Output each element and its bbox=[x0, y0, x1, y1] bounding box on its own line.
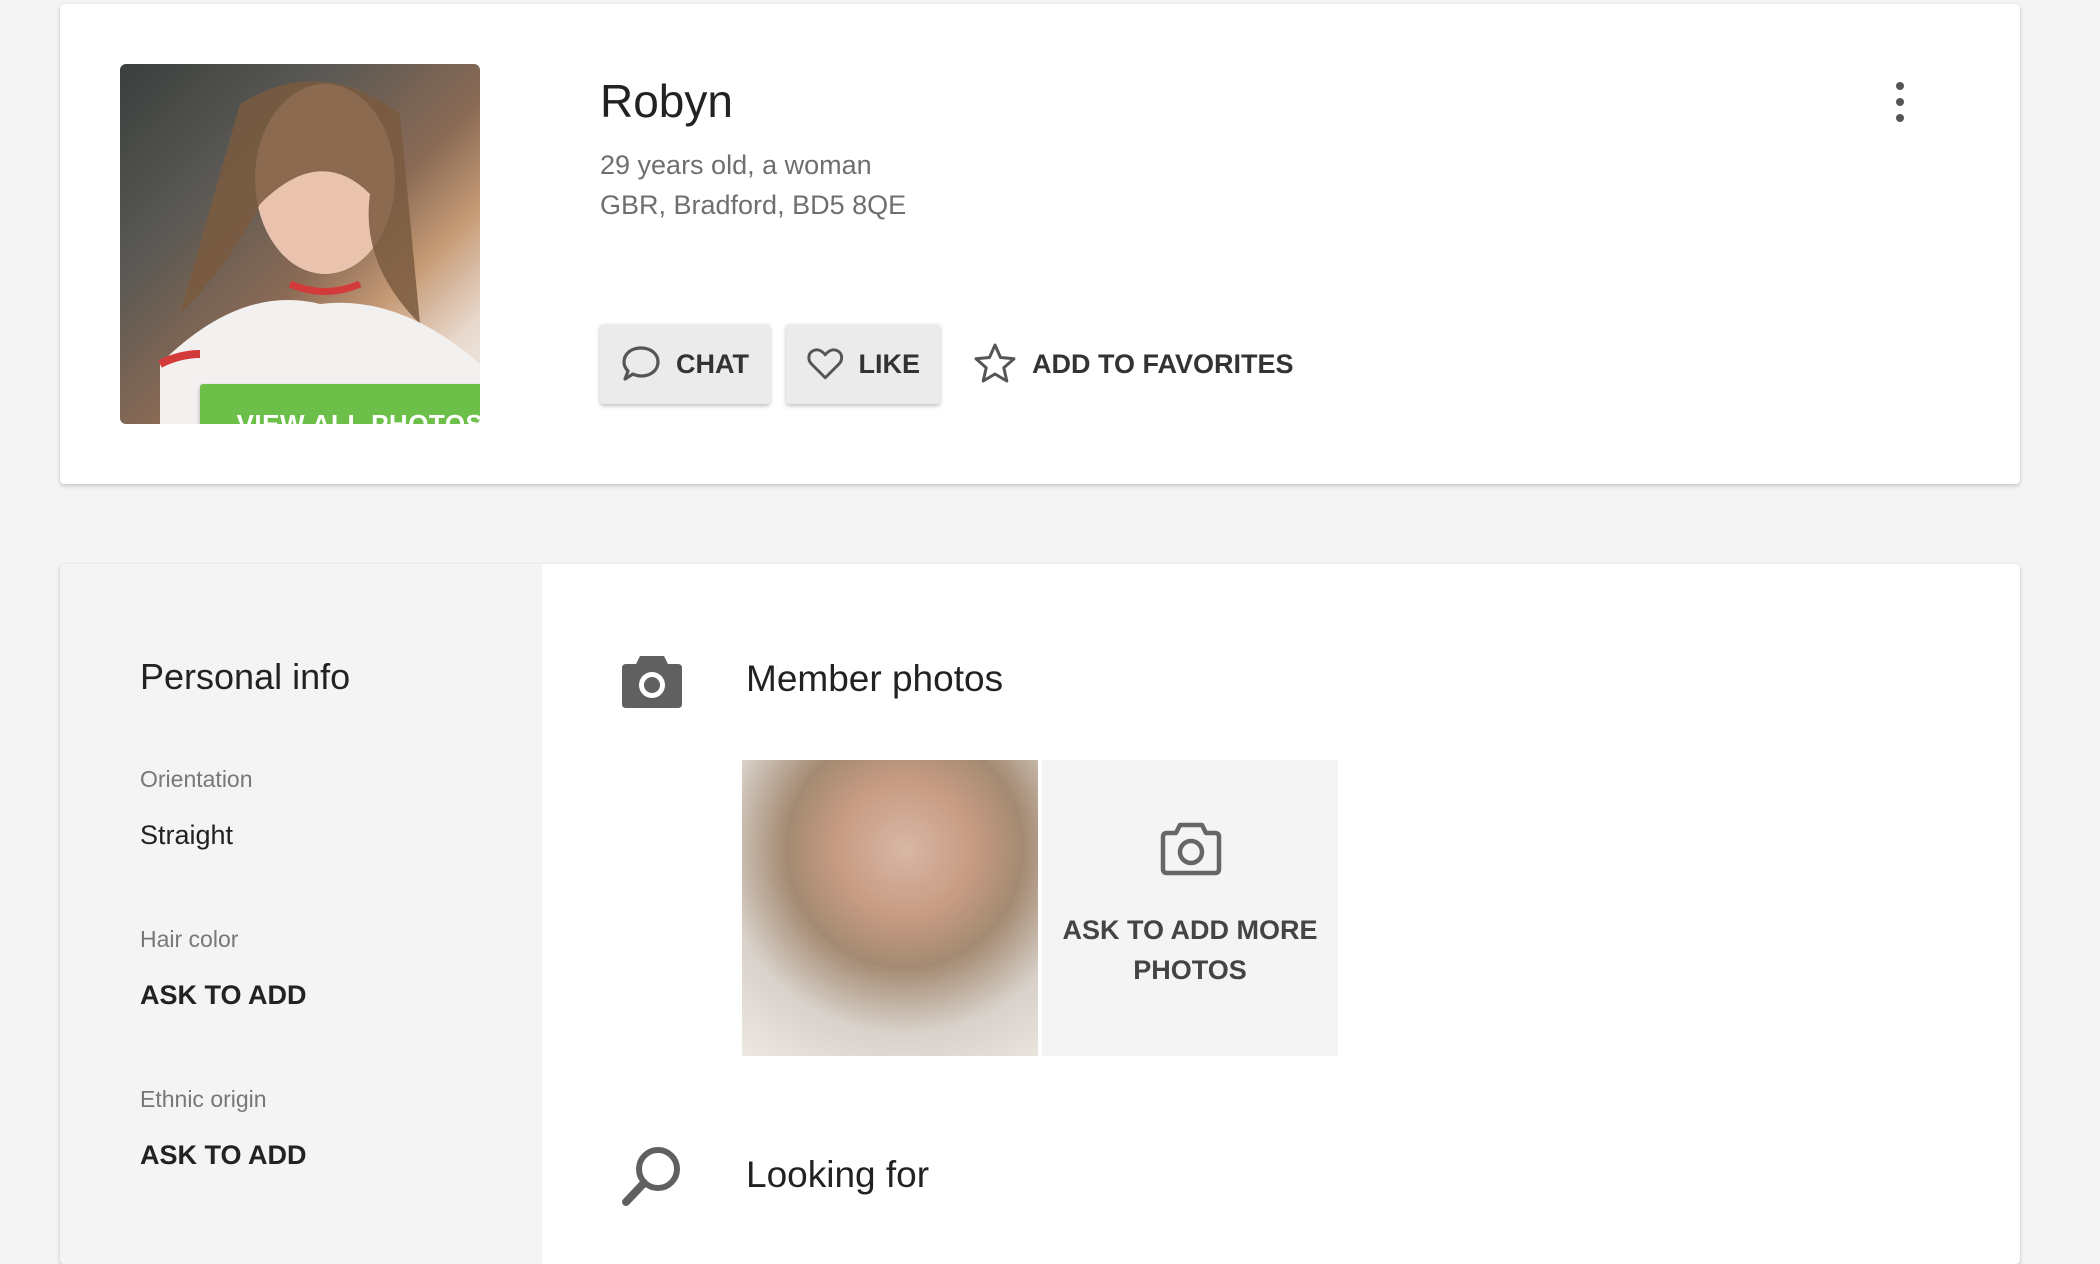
ethnic-origin-ask-link[interactable]: ASK TO ADD bbox=[140, 1140, 307, 1171]
ask-more-photos-label: ASK TO ADD MORE PHOTOS bbox=[1062, 915, 1318, 985]
member-photos-title: Member photos bbox=[746, 658, 1004, 699]
personal-info-panel: Personal info Orientation Straight Hair … bbox=[60, 564, 542, 1264]
member-photo-thumbnail[interactable] bbox=[742, 760, 1038, 1056]
chat-label: CHAT bbox=[676, 348, 749, 379]
personal-info-title: Personal info bbox=[140, 656, 351, 697]
profile-photo[interactable]: VIEW ALL PHOTOS bbox=[120, 64, 480, 424]
ask-more-photos-button[interactable]: ASK TO ADD MORE PHOTOS bbox=[1042, 760, 1338, 1056]
camera-icon bbox=[622, 656, 682, 708]
profile-location: GBR, Bradford, BD5 8QE bbox=[600, 190, 907, 220]
orientation-value: Straight bbox=[140, 820, 234, 850]
profile-age-gender: 29 years old, a woman bbox=[600, 150, 872, 180]
profile-card: VIEW ALL PHOTOS Robyn 29 years old, a wo… bbox=[60, 4, 2020, 484]
star-icon bbox=[974, 343, 1016, 383]
more-options-icon[interactable] bbox=[1890, 82, 1910, 128]
hair-color-label: Hair color bbox=[140, 926, 239, 952]
add-to-favorites-button[interactable]: ADD TO FAVORITES bbox=[972, 324, 1294, 404]
favorites-label: ADD TO FAVORITES bbox=[1032, 348, 1294, 379]
camera-outline-icon bbox=[1160, 822, 1222, 876]
ethnic-origin-label: Ethnic origin bbox=[140, 1086, 267, 1112]
details-card: Personal info Orientation Straight Hair … bbox=[60, 564, 2020, 1264]
profile-photo-image bbox=[158, 81, 480, 424]
heart-icon bbox=[807, 348, 844, 380]
hair-color-ask-link[interactable]: ASK TO ADD bbox=[140, 980, 307, 1011]
profile-name: Robyn bbox=[600, 75, 733, 127]
orientation-label: Orientation bbox=[140, 766, 253, 792]
looking-for-title: Looking for bbox=[746, 1154, 930, 1195]
like-label: LIKE bbox=[858, 348, 920, 379]
search-icon bbox=[622, 1147, 680, 1206]
chat-bubble-icon bbox=[622, 346, 660, 381]
like-button[interactable]: LIKE bbox=[786, 324, 940, 404]
view-all-photos-button[interactable]: VIEW ALL PHOTOS bbox=[200, 384, 480, 424]
chat-button[interactable]: CHAT bbox=[600, 324, 770, 404]
